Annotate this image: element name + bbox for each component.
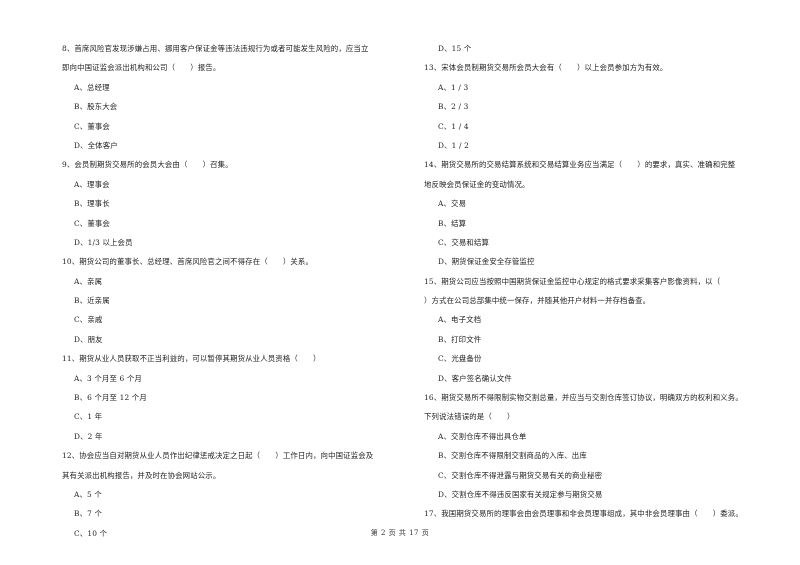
- answer-option: B、7 个: [74, 509, 103, 519]
- answer-option: B、2 / 3: [438, 102, 469, 112]
- page-footer: 第 2 页 共 17 页: [370, 529, 430, 537]
- question-text: 10、期货公司的董事长、总经理、首席风险官之间不得存在（ ）关系。: [62, 257, 314, 267]
- answer-option: B、打印文件: [438, 334, 482, 344]
- answer-option: D、全体客户: [74, 140, 118, 150]
- answer-option: B、结算: [438, 218, 467, 228]
- question-text: 即向中国证监会派出机构和公司（ ）报告。: [62, 63, 221, 73]
- answer-option: D、交割仓库不得违反国家有关规定参与期货交易: [438, 489, 603, 499]
- question-text: 地反映会员保证金的变动情况。: [424, 179, 530, 189]
- right-column: D、15 个 13、宋体会员制期货交易所会员大会有（ ）以上会员参加方为有效。 A、…: [424, 39, 774, 524]
- answer-option: B、理事长: [74, 199, 110, 209]
- answer-option: A、交易: [438, 199, 467, 209]
- question-text: 17、我国期货交易所的理事会由会员理事和非会员理事组成，其中非会员理事由（ ）委…: [424, 509, 743, 519]
- answer-option: D、朋友: [74, 334, 103, 344]
- answer-option: C、1 / 4: [438, 121, 469, 131]
- answer-option: A、电子文档: [438, 315, 482, 325]
- answer-option: C、光盘备份: [438, 354, 482, 364]
- answer-option: A、5 个: [74, 489, 102, 499]
- question-text: 8、首席风险官发现涉嫌占用、挪用客户保证金等违法违规行为或者可能发生风险的，应当…: [62, 44, 369, 53]
- question-text: 15、期货公司应当按照中国期货保证金监控中心规定的格式要求采集客户影像资料，以（: [424, 276, 721, 286]
- question-text: 9、会员制期货交易所的会员大会由（ ）召集。: [62, 160, 233, 170]
- answer-option: D、2 年: [74, 431, 103, 441]
- answer-option: C、交割仓库不得泄露与期货交易有关的商业秘密: [438, 470, 603, 480]
- answer-option: A、交割仓库不得出具仓单: [438, 431, 527, 441]
- answer-option: A、亲属: [74, 276, 103, 286]
- question-text: 下列说法错误的是（ ）: [424, 412, 515, 422]
- question-text: 12、协会应当自对期货从业人员作出纪律惩戒决定之日起（ ）工作日内，向中国证监会…: [62, 451, 374, 461]
- question-text: ）方式在公司总部集中统一保存，并随其他开户材料一并存档备查。: [424, 296, 651, 306]
- answer-option: D、1/3 以上会员: [74, 237, 133, 247]
- answer-option: D、1 / 2: [438, 140, 469, 150]
- answer-option: A、总经理: [74, 82, 110, 92]
- answer-option: C、1 年: [74, 412, 103, 422]
- answer-option: D、客户签名确认文件: [438, 373, 512, 383]
- answer-option: C、董事会: [74, 218, 110, 228]
- answer-option: A、理事会: [74, 179, 110, 189]
- answer-option: C、交易和结算: [438, 237, 490, 247]
- answer-option: B、股东大会: [74, 102, 118, 112]
- answer-option: D、15 个: [438, 44, 472, 53]
- answer-option: B、交割仓库不得限制交割商品的入库、出库: [438, 451, 587, 461]
- question-text: 13、宋体会员制期货交易所会员大会有（ ）以上会员参加方为有效。: [424, 63, 668, 73]
- answer-option: B、近亲属: [74, 296, 110, 306]
- answer-option: A、1 / 3: [438, 82, 469, 92]
- answer-option: C、董事会: [74, 121, 110, 131]
- answer-option: B、6 个月至 12 个月: [74, 393, 147, 403]
- question-text: 其有关派出机构报告，并及时在协会网站公示。: [62, 470, 221, 480]
- question-text: 16、期货交易所不得限制实物交割总量，并应当与交割仓库签订协议，明确双方的权利和…: [424, 393, 743, 403]
- question-text: 11、期货从业人员获取不正当利益的，可以暂停其期货从业人员资格（ ）: [62, 354, 321, 364]
- answer-option: A、3 个月至 6 个月: [74, 373, 142, 383]
- left-column: 8、首席风险官发现涉嫌占用、挪用客户保证金等违法违规行为或者可能发生风险的，应当…: [62, 39, 407, 543]
- question-text: 14、期货交易所的交易结算系统和交易结算业务应当满足（ ）的要求，真实、准确和完…: [424, 160, 736, 170]
- answer-option: C、亲戚: [74, 315, 103, 325]
- answer-option: D、期货保证金安全存管监控: [438, 257, 535, 267]
